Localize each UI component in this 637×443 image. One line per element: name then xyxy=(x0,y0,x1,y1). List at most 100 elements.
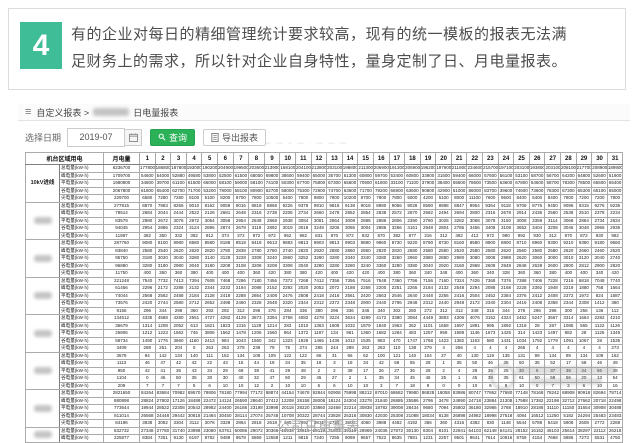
day-value-cell: 1423 xyxy=(529,330,545,338)
month-total-cell: 2821650 xyxy=(104,390,140,398)
day-value-cell: 10 xyxy=(342,382,358,390)
group-name-cell xyxy=(26,202,60,240)
metric-label-cell: 平电量(kW·h) xyxy=(60,330,104,338)
day-value-cell: 3314 xyxy=(561,315,577,323)
day-value-cell: 4172 xyxy=(373,315,389,323)
day-value-cell: 2510 xyxy=(576,210,592,218)
day-value-cell: 190200 xyxy=(202,165,218,173)
column-header: 24 xyxy=(498,153,514,165)
day-value-cell: 2800 xyxy=(561,262,577,270)
day-value-cell: 9813 xyxy=(327,240,343,248)
day-value-cell: 18 xyxy=(342,360,358,368)
breadcrumb-prefix[interactable]: 自定义报表 > xyxy=(36,106,89,119)
day-value-cell: 28434 xyxy=(405,405,421,413)
day-value-cell: 10 xyxy=(358,382,374,390)
table-row: 平电量(kW·h)1980800348003970061100615006600… xyxy=(26,180,623,188)
calendar-button[interactable] xyxy=(125,129,142,146)
export-button[interactable]: 导出报表 xyxy=(203,129,266,146)
day-value-cell: 864 xyxy=(280,330,296,338)
day-value-cell: 2580 xyxy=(140,247,156,255)
day-value-cell: 62700 xyxy=(171,187,187,195)
day-value-cell: 1126 xyxy=(592,330,608,338)
day-value-cell: 2384 xyxy=(498,292,514,300)
day-value-cell: 9903 xyxy=(311,240,327,248)
day-value-cell: 90800 xyxy=(420,187,436,195)
day-value-cell: 1223 xyxy=(155,330,171,338)
day-value-cell: 2734 xyxy=(295,210,311,218)
day-value-cell: 340 xyxy=(420,270,436,278)
day-value-cell: 2920 xyxy=(311,247,327,255)
query-button[interactable]: 查询 xyxy=(150,129,195,146)
day-value-cell: 832 xyxy=(358,232,374,240)
month-total-cell: 9156 xyxy=(104,307,140,315)
day-value-cell: 1085 xyxy=(561,322,577,330)
day-value-cell: 134 xyxy=(233,352,249,360)
day-value-cell: 4282 xyxy=(217,315,233,323)
day-value-cell: 2340 xyxy=(483,300,499,308)
day-value-cell: 2251 xyxy=(389,285,405,293)
day-value-cell: 3340 xyxy=(358,255,374,263)
day-value-cell: 78300 xyxy=(545,187,561,195)
column-header: 6 xyxy=(217,153,233,165)
day-value-cell: 8980 xyxy=(373,202,389,210)
day-value-cell: 197100 xyxy=(498,165,514,173)
day-value-cell: 7360 xyxy=(389,277,405,285)
day-value-cell: 3208 xyxy=(545,225,561,233)
date-input[interactable] xyxy=(67,128,125,147)
day-value-cell: 2870 xyxy=(405,210,421,218)
day-value-cell: 972 xyxy=(483,232,499,240)
day-value-cell: 65500 xyxy=(592,180,608,188)
day-value-cell: 3108 xyxy=(498,225,514,233)
day-value-cell: 203100 xyxy=(545,165,561,173)
day-value-cell: 1535 xyxy=(607,337,623,345)
day-value-cell: 877 xyxy=(405,232,421,240)
day-value-cell: 3140 xyxy=(202,255,218,263)
day-value-cell: 10 xyxy=(295,382,311,390)
day-value-cell: 3652 xyxy=(514,225,530,233)
day-value-cell: 3180 xyxy=(155,262,171,270)
column-header: 27 xyxy=(545,153,561,165)
day-value-cell: 256 xyxy=(451,345,467,353)
day-value-cell: 344 xyxy=(155,307,171,315)
day-value-cell: 2372 xyxy=(327,300,343,308)
month-total-cell: 225877 xyxy=(104,435,140,443)
day-value-cell: 263 xyxy=(202,345,218,353)
day-value-cell: 4588 xyxy=(155,315,171,323)
day-value-cell: 50 xyxy=(514,360,530,368)
day-value-cell: 17382 xyxy=(529,397,545,405)
day-value-cell: 263 xyxy=(373,345,389,353)
day-value-cell: 177800 xyxy=(140,165,156,173)
column-header: 25 xyxy=(514,153,530,165)
day-value-cell: 8730 xyxy=(436,240,452,248)
day-value-cell: 2376 xyxy=(514,292,530,300)
day-value-cell: 3004 xyxy=(358,225,374,233)
day-value-cell: 75300 xyxy=(295,187,311,195)
day-value-cell: 34 xyxy=(389,375,405,383)
day-value-cell: 9220 xyxy=(405,240,421,248)
day-value-cell: 4200 xyxy=(420,195,436,203)
day-value-cell: 10 xyxy=(233,382,249,390)
day-value-cell: 2886 xyxy=(373,225,389,233)
day-value-cell: 31654 xyxy=(576,405,592,413)
day-value-cell: 7800 xyxy=(327,195,343,203)
day-value-cell: 9016 xyxy=(233,202,249,210)
day-value-cell: 1032 xyxy=(342,322,358,330)
menu-icon[interactable]: ≡ xyxy=(25,106,31,118)
day-value-cell: 2812 xyxy=(576,262,592,270)
day-value-cell: 9010 xyxy=(186,202,202,210)
day-value-cell: 1490 xyxy=(140,337,156,345)
day-value-cell: 34 xyxy=(202,367,218,375)
day-value-cell: 7356 xyxy=(342,277,358,285)
day-value-cell: 380 xyxy=(545,270,561,278)
day-value-cell: 8000 xyxy=(451,195,467,203)
table-wrapper: 机台区域用电月电量1234567891011121314151617181920… xyxy=(25,152,623,443)
day-value-cell: 2648 xyxy=(264,300,280,308)
day-value-cell: 1034 xyxy=(514,337,530,345)
day-value-cell: 10 xyxy=(514,382,530,390)
day-value-cell: 199500 xyxy=(233,165,249,173)
day-value-cell: 18782 xyxy=(373,405,389,413)
day-value-cell: 3124 xyxy=(186,225,202,233)
day-value-cell: 2288 xyxy=(171,285,187,293)
day-value-cell: 28522 xyxy=(155,405,171,413)
day-value-cell: 2838 xyxy=(233,247,249,255)
